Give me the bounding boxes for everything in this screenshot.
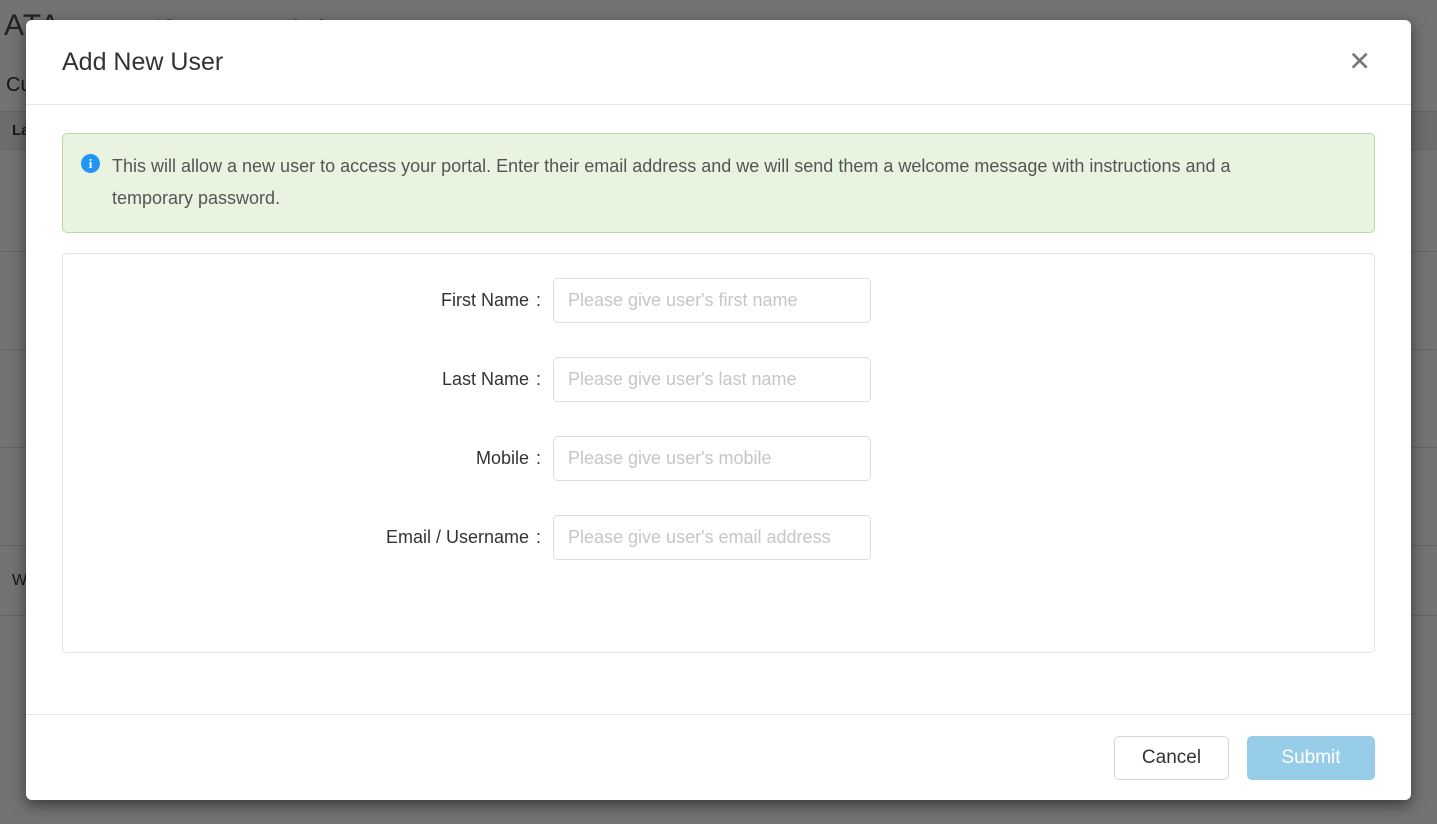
email-input[interactable] <box>553 515 871 561</box>
label-colon: : <box>535 290 541 311</box>
form-row-first-name: First Name: <box>63 278 1374 324</box>
label-colon: : <box>535 369 541 390</box>
mobile-input[interactable] <box>553 436 871 482</box>
dialog-footer: Cancel Submit <box>26 714 1411 800</box>
first-name-label: First Name: <box>63 290 541 311</box>
close-icon[interactable]: ✕ <box>1340 45 1379 80</box>
submit-button[interactable]: Submit <box>1247 735 1375 780</box>
mobile-label-text: Mobile <box>475 448 529 469</box>
first-name-label-text: First Name <box>440 290 529 311</box>
new-user-form: First Name: Last Name: Mobile: Email / U… <box>62 253 1375 654</box>
email-label-text: Email / Username <box>385 527 529 548</box>
mobile-label: Mobile: <box>63 448 541 469</box>
info-alert: i This will allow a new user to access y… <box>62 133 1375 234</box>
info-alert-text: This will allow a new user to access you… <box>112 156 1231 209</box>
dialog-body: i This will allow a new user to access y… <box>26 105 1411 714</box>
add-new-user-dialog: Add New User ✕ i This will allow a new u… <box>26 20 1411 800</box>
dialog-title: Add New User <box>62 47 224 76</box>
form-row-last-name: Last Name: <box>63 357 1374 403</box>
email-label: Email / Username: <box>63 527 541 548</box>
cancel-button[interactable]: Cancel <box>1114 735 1229 780</box>
label-colon: : <box>535 448 541 469</box>
last-name-input[interactable] <box>553 357 871 403</box>
dialog-header: Add New User ✕ <box>26 20 1411 105</box>
first-name-input[interactable] <box>553 278 871 324</box>
form-row-email: Email / Username: <box>63 515 1374 561</box>
info-icon: i <box>81 154 100 173</box>
label-colon: : <box>535 527 541 548</box>
last-name-label: Last Name: <box>63 369 541 390</box>
form-row-mobile: Mobile: <box>63 436 1374 482</box>
last-name-label-text: Last Name <box>441 369 529 390</box>
